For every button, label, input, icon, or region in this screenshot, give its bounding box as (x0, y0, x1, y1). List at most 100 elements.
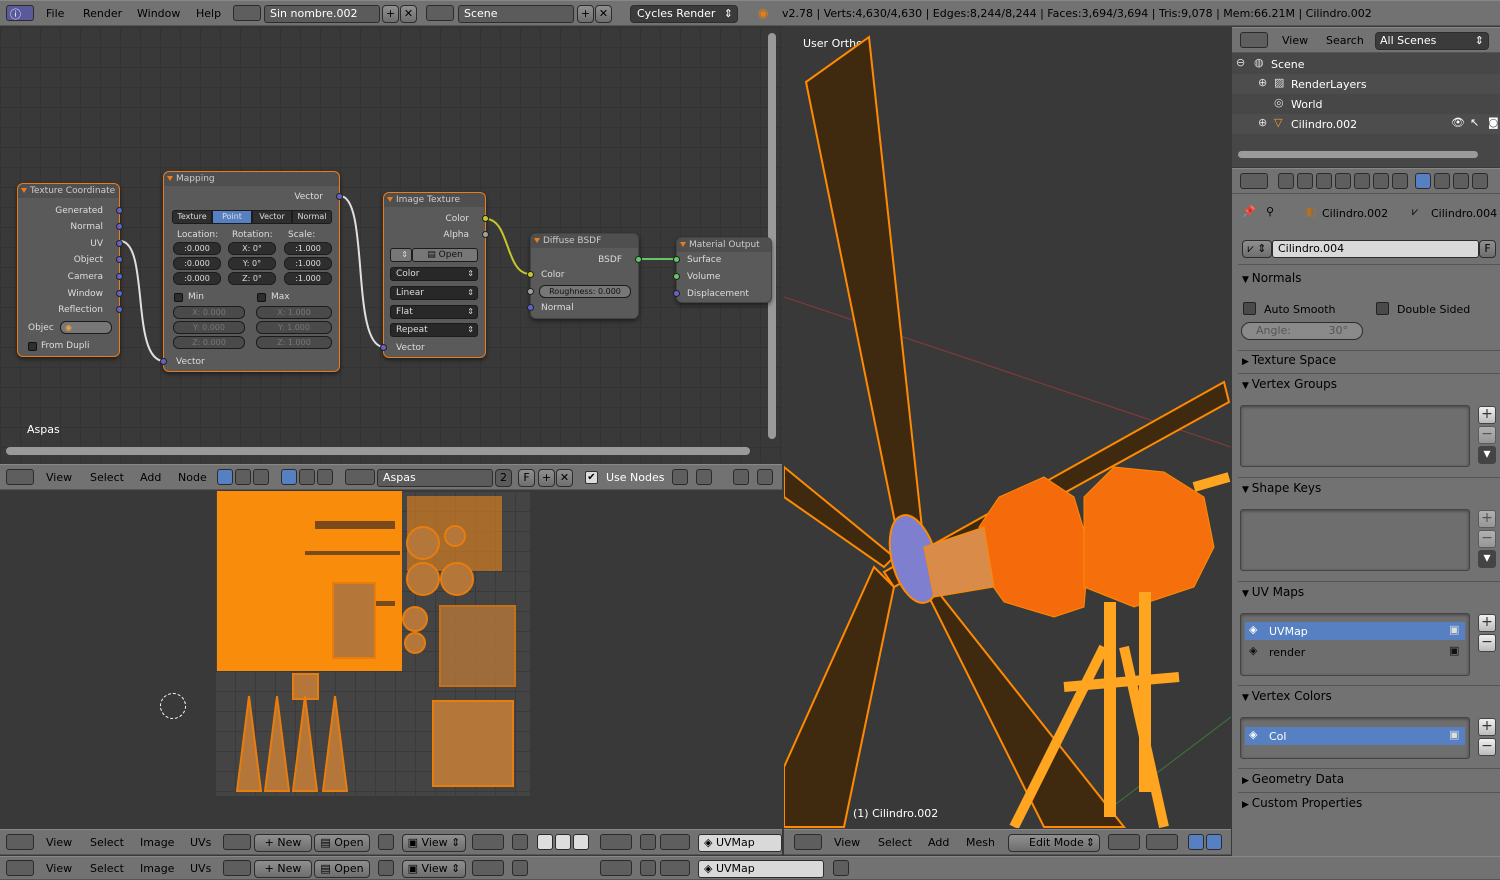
remove-scene-button[interactable]: ✕ (595, 5, 612, 23)
object-shader-icon[interactable] (281, 469, 297, 485)
material-name-field[interactable]: Aspas (377, 469, 493, 487)
outliner-row-renderlayers[interactable]: ⊕ ▨ RenderLayers (1232, 74, 1500, 94)
menu-image[interactable]: Image (140, 836, 174, 849)
socket-normal-in[interactable] (527, 304, 534, 311)
add-screen-button[interactable]: + (382, 5, 399, 23)
menu-window[interactable]: Window (137, 7, 180, 20)
renderable-camera-icon[interactable]: ◙ (1488, 116, 1499, 129)
vertex-colors-list[interactable]: ◈ Col ▣ (1240, 717, 1470, 759)
uv-map-row[interactable]: ◈ render ▣ (1245, 643, 1465, 661)
socket-color-out[interactable] (482, 215, 489, 222)
world-tab-icon[interactable] (1335, 173, 1351, 189)
add-scene-button[interactable]: + (577, 5, 594, 23)
editor-type-icon[interactable] (6, 469, 34, 485)
shading-icon[interactable] (1108, 834, 1140, 850)
2d-cursor-icon[interactable] (160, 693, 186, 719)
shape-key-remove-button[interactable]: − (1478, 530, 1496, 548)
edge-select-icon[interactable] (555, 834, 571, 850)
parent-node-tree-icon[interactable] (696, 469, 712, 485)
shape-key-add-button[interactable]: + (1478, 510, 1496, 528)
render-layers-tab-icon[interactable] (1297, 173, 1313, 189)
menu-view[interactable]: View (46, 862, 72, 875)
min-checkbox[interactable] (174, 293, 183, 302)
display-mode-select[interactable]: All Scenes ⇕ (1375, 32, 1489, 50)
vertex-group-menu-button[interactable]: ▾ (1478, 446, 1496, 464)
auto-smooth-checkbox[interactable] (1243, 302, 1256, 315)
object-field[interactable]: ◉ (60, 321, 112, 334)
render-engine-select[interactable]: Cycles Render ⇕ (630, 5, 738, 23)
menu-search[interactable]: Search (1326, 34, 1364, 47)
open-image-button[interactable]: ▤ Open (314, 834, 370, 852)
socket-bsdf-out[interactable] (635, 256, 642, 263)
tab-vector[interactable]: Vector (252, 210, 292, 224)
menu-select[interactable]: Select (90, 862, 124, 875)
socket-roughness-in[interactable] (527, 288, 534, 295)
vertex-color-row-active[interactable]: ◈ Col ▣ (1245, 727, 1465, 745)
menu-add[interactable]: Add (928, 836, 949, 849)
image-browse-button[interactable] (390, 248, 412, 262)
location-x[interactable]: :0.000 (173, 242, 221, 255)
socket-vector-out[interactable] (336, 193, 343, 200)
active-render-icon[interactable]: ▣ (1449, 644, 1459, 657)
outliner-scrollbar[interactable] (1238, 151, 1478, 158)
remove-material-button[interactable]: ✕ (556, 469, 573, 487)
menu-select[interactable]: Select (90, 836, 124, 849)
pin-icon[interactable] (378, 860, 394, 876)
uv-map-remove-button[interactable]: − (1478, 634, 1496, 652)
scale-z[interactable]: :1.000 (284, 272, 332, 285)
rotation-x[interactable]: X: 0° (228, 242, 276, 255)
tab-normal[interactable]: Normal (292, 210, 332, 224)
image-browse-icon[interactable] (223, 834, 251, 850)
data-tab-icon[interactable] (1415, 173, 1431, 189)
angle-field[interactable]: Angle: 30° (1241, 322, 1363, 340)
menu-uvs[interactable]: UVs (190, 836, 211, 849)
min-z[interactable]: Z: 0.000 (173, 336, 245, 349)
new-image-button[interactable]: + New (254, 860, 312, 878)
interpolation-select[interactable]: Linear (390, 286, 478, 300)
pivot-icon[interactable] (472, 860, 504, 876)
panel-geometry-data[interactable]: Geometry Data (1242, 772, 1344, 786)
panel-shape-keys[interactable]: Shape Keys (1242, 481, 1321, 495)
max-y[interactable]: Y: 1.000 (256, 321, 332, 334)
menu-view[interactable]: View (1282, 34, 1308, 47)
min-y[interactable]: Y: 0.000 (173, 321, 245, 334)
socket-object[interactable] (116, 256, 123, 263)
face-select-icon[interactable] (573, 834, 589, 850)
selectable-cursor-icon[interactable]: ↖ (1470, 116, 1479, 129)
material-tab-icon[interactable] (1434, 173, 1450, 189)
editor-type-icon[interactable] (794, 834, 822, 850)
menu-select[interactable]: Select (90, 471, 124, 484)
object-tab-icon[interactable] (1354, 173, 1370, 189)
panel-normals[interactable]: Normals (1242, 271, 1302, 285)
editor-type-icon[interactable] (1240, 32, 1268, 48)
socket-volume-in[interactable] (673, 273, 680, 280)
scene-tab-icon[interactable] (1316, 173, 1332, 189)
material-users-count[interactable]: 2 (495, 469, 512, 487)
uv-maps-list[interactable]: ◈ UVMap ▣ ◈ render ▣ (1240, 613, 1470, 676)
scale-y[interactable]: :1.000 (284, 257, 332, 270)
vertex-color-remove-button[interactable]: − (1478, 738, 1496, 756)
scene-name-field[interactable]: Scene (458, 5, 574, 23)
uvmap-field[interactable]: ◈ UVMap (698, 834, 782, 852)
menu-view[interactable]: View (46, 836, 72, 849)
vertex-group-remove-button[interactable]: − (1478, 426, 1496, 444)
panel-uv-maps[interactable]: UV Maps (1242, 585, 1304, 599)
constraints-tab-icon[interactable] (1373, 173, 1389, 189)
extension-select[interactable]: Repeat (390, 323, 478, 337)
projection-select[interactable]: Flat (390, 305, 478, 319)
menu-select[interactable]: Select (878, 836, 912, 849)
lock-icon[interactable] (833, 860, 849, 876)
view-mode-select[interactable]: ▣ View ⇕ (402, 834, 466, 852)
image-browse-icon[interactable] (223, 860, 251, 876)
tab-texture[interactable]: Texture (172, 210, 212, 224)
menu-file[interactable]: File (46, 7, 64, 20)
menu-image[interactable]: Image (140, 862, 174, 875)
min-x[interactable]: X: 0.000 (173, 306, 245, 319)
visibility-eye-icon[interactable]: 👁 (1451, 116, 1465, 129)
rotation-y[interactable]: Y: 0° (228, 257, 276, 270)
panel-vertex-colors[interactable]: Vertex Colors (1242, 689, 1332, 703)
menu-view[interactable]: View (834, 836, 860, 849)
mode-select[interactable]: Edit Mode ⇕ (1008, 834, 1100, 852)
scene-icon[interactable] (426, 5, 454, 21)
pin-icon[interactable] (378, 834, 394, 850)
